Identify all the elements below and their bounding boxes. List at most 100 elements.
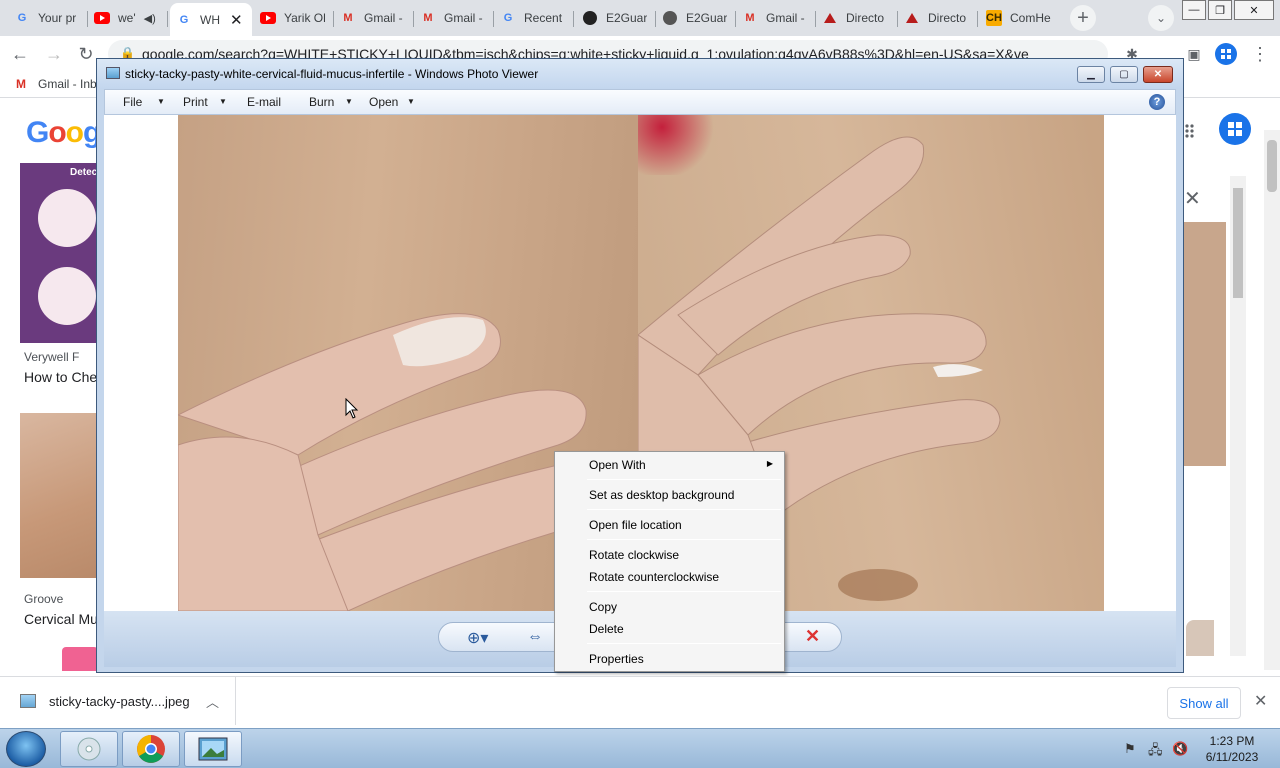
tab-13[interactable]: CH ComHe [980, 4, 1060, 32]
download-item[interactable]: sticky-tacky-pasty....jpeg ︿ [0, 677, 236, 725]
audio-playing-icon[interactable]: ◀) [144, 12, 156, 25]
close-tab-icon[interactable]: ✕ [230, 11, 243, 29]
menu-email[interactable]: E-mail [247, 95, 281, 109]
forward-button[interactable]: → [42, 42, 66, 66]
chevron-right-icon: ▶ [766, 459, 773, 468]
start-button[interactable] [6, 731, 46, 767]
help-icon[interactable]: ? [1149, 94, 1165, 110]
result-source-2[interactable]: Groove [24, 592, 63, 606]
result-title-1[interactable]: How to Che [24, 369, 97, 385]
comhe-icon: CH [986, 10, 1002, 26]
tab-2[interactable]: we' ◀) [88, 4, 168, 32]
profile-avatar[interactable] [1214, 42, 1238, 66]
tab-3-active[interactable]: G WH ✕ [170, 3, 252, 36]
google-icon: G [17, 12, 27, 24]
result-title-2[interactable]: Cervical Mu [24, 611, 98, 627]
back-button[interactable]: ← [8, 42, 32, 66]
network-icon[interactable]: 🖧 [1148, 741, 1163, 763]
result-thumbnail-2[interactable] [20, 413, 98, 578]
menu-open[interactable]: Open [369, 95, 398, 109]
tab-search-button[interactable]: ⌄ [1148, 5, 1174, 31]
ctx-copy[interactable]: Copy [558, 596, 781, 618]
preview-image[interactable] [1184, 222, 1226, 466]
gmail-icon: M [745, 12, 755, 24]
tab-8[interactable]: E2Guar [576, 4, 656, 32]
pv-maximize-button[interactable]: ▢ [1110, 66, 1138, 83]
tab-10[interactable]: M Gmail - [736, 4, 816, 32]
menu-file[interactable]: File [123, 95, 142, 109]
bookmark-gmail[interactable]: Gmail - Inb [38, 77, 97, 91]
page-scrollbar-thumb[interactable] [1267, 140, 1277, 192]
ctx-open-with[interactable]: Open With ▶ [558, 454, 781, 476]
reload-button[interactable]: ↻ [74, 42, 98, 66]
taskbar-media-player[interactable] [60, 731, 118, 767]
google-icon: G [503, 12, 513, 24]
gmail-icon: M [423, 12, 433, 24]
photo-viewer-title: sticky-tacky-pasty-white-cervical-fluid-… [125, 67, 539, 81]
tab-1[interactable]: G Your pr [8, 4, 88, 32]
google-logo[interactable]: Goog [26, 116, 101, 150]
ctx-open-file-location[interactable]: Open file location [558, 514, 781, 536]
result-thumbnail-1[interactable]: Detect [20, 163, 101, 343]
chevron-down-icon: ▼ [219, 97, 227, 106]
page-scrollbar[interactable] [1264, 130, 1280, 670]
menu-print[interactable]: Print [183, 95, 208, 109]
directory-icon [822, 10, 838, 26]
volume-muted-icon[interactable]: 🔇 [1172, 741, 1188, 757]
directory-icon [904, 10, 920, 26]
preview-scrollbar[interactable] [1230, 176, 1246, 656]
side-panel-icon[interactable]: ▣ [1182, 42, 1206, 66]
result-source-1[interactable]: Verywell F [24, 350, 79, 364]
ctx-rotate-clockwise[interactable]: Rotate clockwise [558, 544, 781, 566]
tab-7[interactable]: G Recent [494, 4, 574, 32]
tab-9[interactable]: E2Guar [656, 4, 736, 32]
delete-icon[interactable]: ✕ [805, 626, 820, 647]
download-filename: sticky-tacky-pasty....jpeg [49, 694, 190, 709]
zoom-icon[interactable]: ⊕▾ [467, 628, 488, 648]
tab-5[interactable]: M Gmail - [334, 4, 414, 32]
youtube-icon [94, 10, 110, 26]
tab-11[interactable]: Directo [816, 4, 898, 32]
pv-close-button[interactable]: ✕ [1143, 66, 1173, 83]
browser-restore-button[interactable]: ❐ [1208, 0, 1232, 20]
tab-strip: G Your pr we' ◀) G WH ✕ Yarik Ol M Gmail… [0, 0, 1280, 36]
google-icon: G [179, 13, 189, 26]
ctx-properties[interactable]: Properties [558, 648, 781, 670]
ctx-rotate-counterclockwise[interactable]: Rotate counterclockwise [558, 566, 781, 588]
new-tab-button[interactable]: + [1070, 5, 1096, 31]
browser-minimize-button[interactable]: — [1182, 0, 1206, 20]
related-thumbnail[interactable] [1186, 620, 1214, 656]
taskbar-chrome[interactable] [122, 731, 180, 767]
show-all-button[interactable]: Show all [1167, 687, 1241, 719]
ctx-set-desktop-background[interactable]: Set as desktop background [558, 484, 781, 506]
action-center-flag-icon[interactable]: ⚑ [1124, 741, 1136, 757]
account-avatar[interactable] [1219, 113, 1251, 148]
chrome-menu-icon[interactable]: ⋮ [1248, 42, 1272, 66]
download-bar: sticky-tacky-pasty....jpeg ︿ Show all ✕ [0, 676, 1280, 728]
clock-date: 6/11/2023 [1205, 750, 1259, 764]
pv-minimize-button[interactable]: ▁ [1077, 66, 1105, 83]
menu-burn[interactable]: Burn [309, 95, 334, 109]
tab-6[interactable]: M Gmail - [414, 4, 494, 32]
clock-time: 1:23 PM [1209, 734, 1255, 748]
github-icon [582, 10, 598, 26]
tab-12[interactable]: Directo [898, 4, 978, 32]
tab-4[interactable]: Yarik Ol [254, 4, 334, 32]
context-menu: Open With ▶ Set as desktop background Op… [554, 451, 785, 672]
actual-size-icon[interactable]: ⇔ [527, 628, 543, 646]
browser-close-button[interactable]: ✕ [1234, 0, 1274, 20]
windows-taskbar: ⚑ 🖧 🔇 1:23 PM 6/11/2023 [0, 728, 1280, 768]
github-icon [662, 10, 678, 26]
close-download-bar-icon[interactable]: ✕ [1254, 691, 1267, 711]
chevron-down-icon: ▼ [157, 97, 165, 106]
system-clock[interactable]: 1:23 PM 6/11/2023 [1196, 733, 1268, 765]
ctx-delete[interactable]: Delete [558, 618, 781, 640]
close-preview-icon[interactable]: ✕ [1184, 186, 1201, 211]
mouse-cursor-icon [345, 397, 359, 423]
photo-viewer-menubar: File ▼ Print ▼ E-mail Burn ▼ Open ▼ ? [104, 89, 1176, 115]
result-thumbnail-3[interactable] [62, 647, 98, 671]
taskbar-photo-viewer[interactable] [184, 731, 242, 767]
chevron-up-icon[interactable]: ︿ [206, 692, 219, 711]
photo-viewer-titlebar[interactable]: sticky-tacky-pasty-white-cervical-fluid-… [97, 59, 1183, 89]
photo-viewer-app-icon [106, 67, 120, 79]
